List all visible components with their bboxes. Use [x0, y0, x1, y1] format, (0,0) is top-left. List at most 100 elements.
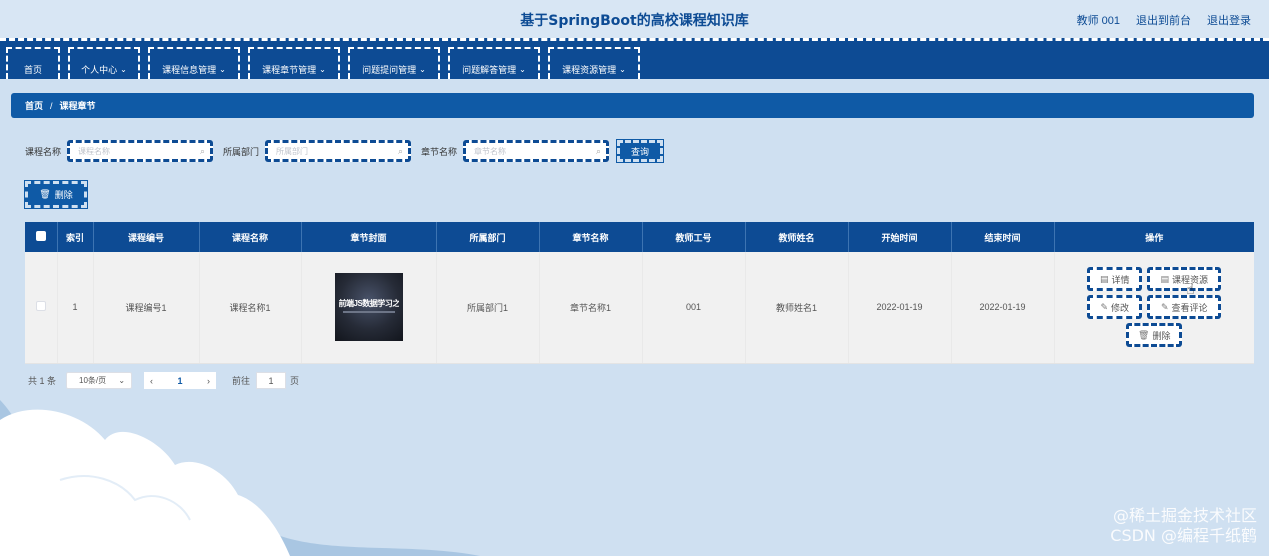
- top-header: 基于SpringBoot的高校课程知识库 教师 001 退出到前台 退出登录: [0, 0, 1269, 38]
- cell-end-time: 2022-01-19: [951, 252, 1055, 364]
- document-icon: ▤: [1099, 273, 1109, 284]
- trash-icon: 🗑: [39, 189, 51, 199]
- batch-delete-button[interactable]: 🗑 删除: [24, 180, 88, 209]
- nav-question[interactable]: 问题提问管理 ⌄: [348, 47, 440, 79]
- chapter-cover-image[interactable]: 前端JS数据学习之路: [334, 273, 403, 342]
- search-icon: ⌕: [397, 146, 404, 156]
- nav-label: 课程章节管理: [262, 64, 317, 75]
- delete-label: 删除: [1152, 330, 1171, 341]
- query-button[interactable]: 查询: [616, 139, 665, 163]
- search-label-course: 课程名称: [25, 146, 62, 157]
- breadcrumb-home[interactable]: 首页: [25, 99, 43, 112]
- cover-decoration: [342, 311, 395, 314]
- column-header: 所属部门: [436, 222, 540, 252]
- course-resource-button[interactable]: ▤ 课程资源: [1147, 267, 1222, 292]
- column-header: 索引: [57, 222, 94, 252]
- back-to-front-link[interactable]: 退出到前台: [1136, 12, 1191, 28]
- pagination: 共 1 条 10条/页 ⌄ ‹ 1 › 前往 1 页: [28, 372, 299, 389]
- edit-icon: ✎: [1160, 301, 1169, 312]
- cover-text: 前端JS数据学习之路: [338, 299, 399, 309]
- watermark-line: CSDN @编程千纸鹤: [1110, 526, 1257, 545]
- nav-course-chapter[interactable]: 课程章节管理 ⌄: [248, 47, 340, 79]
- cell-course-name: 课程名称1: [199, 252, 302, 364]
- chevron-down-icon: ⌄: [319, 64, 326, 74]
- cell-teacher-no: 001: [642, 252, 746, 364]
- breadcrumb-separator: /: [50, 100, 53, 111]
- watermark: @稀土掘金技术社区 CSDN @编程千纸鹤: [1110, 506, 1257, 546]
- cell-department: 所属部门1: [436, 252, 540, 364]
- cell-actions: ▤ 详情 ▤ 课程资源 ✎ 修改 ✎ 查看评论 🗑 删除: [1054, 252, 1255, 364]
- table-header-row: 索引 课程编号 课程名称 章节封面 所属部门 章节名称 教师工号 教师姓名 开始…: [25, 222, 1254, 252]
- cell-course-no: 课程编号1: [93, 252, 200, 364]
- nav-label: 课程信息管理: [162, 64, 217, 75]
- nav-resource[interactable]: 课程资源管理 ⌄: [548, 47, 640, 79]
- top-links: 教师 001 退出到前台 退出登录: [1077, 12, 1251, 28]
- detail-label: 详情: [1111, 274, 1130, 285]
- chapter-name-field[interactable]: ⌕: [463, 140, 610, 162]
- goto-page-input[interactable]: 1: [256, 372, 287, 389]
- column-header: 课程名称: [199, 222, 302, 252]
- nav-label: 问题解答管理: [462, 64, 517, 75]
- course-name-field[interactable]: ⌕: [67, 140, 214, 162]
- detail-button[interactable]: ▤ 详情: [1087, 267, 1143, 292]
- comments-label: 查看评论: [1171, 302, 1208, 313]
- search-icon: ⌕: [199, 146, 206, 156]
- watermark-line: @稀土掘金技术社区: [1112, 506, 1257, 525]
- search-icon: ⌕: [596, 146, 602, 156]
- nav-personal-center[interactable]: 个人中心 ⌄: [68, 47, 140, 79]
- column-header: 结束时间: [951, 222, 1055, 252]
- column-header: 章节封面: [301, 222, 437, 252]
- search-bar: 课程名称 ⌕ 所属部门 ⌕ 章节名称 ⌕ 查询: [25, 139, 665, 163]
- course-name-input[interactable]: [78, 143, 199, 159]
- trash-icon: 🗑: [1138, 329, 1150, 340]
- chevron-down-icon: ⌄: [120, 64, 127, 74]
- row-checkbox[interactable]: [35, 301, 46, 312]
- select-all-cell[interactable]: [25, 222, 58, 252]
- department-input[interactable]: [276, 143, 397, 159]
- cell-teacher-name: 教师姓名1: [745, 252, 849, 364]
- chapter-name-input[interactable]: [474, 143, 595, 159]
- department-field[interactable]: ⌕: [265, 140, 412, 162]
- chevron-down-icon: ⌄: [419, 64, 426, 74]
- chapter-table: 索引 课程编号 课程名称 章节封面 所属部门 章节名称 教师工号 教师姓名 开始…: [25, 222, 1254, 364]
- main-nav: 首页 个人中心 ⌄ 课程信息管理 ⌄ 课程章节管理 ⌄ 问题提问管理 ⌄ 问题解答管理 ⌄…: [0, 38, 1269, 79]
- view-comments-button[interactable]: ✎ 查看评论: [1147, 295, 1222, 320]
- column-header: 教师姓名: [745, 222, 849, 252]
- cell-start-time: 2022-01-19: [848, 252, 952, 364]
- cell-index: 1: [57, 252, 94, 364]
- user-label: 教师 001: [1076, 15, 1120, 27]
- mouse-pointer-icon: ☝: [1186, 281, 1195, 297]
- total-count: 共 1 条: [28, 376, 57, 386]
- search-label-chapter: 章节名称: [421, 146, 458, 157]
- row-select-cell[interactable]: [25, 252, 58, 364]
- prev-page-icon[interactable]: ‹: [150, 376, 153, 386]
- nav-label: 个人中心: [81, 64, 118, 75]
- chevron-down-icon: ⌄: [219, 64, 226, 74]
- document-icon: ▤: [1160, 273, 1169, 284]
- column-header: 章节名称: [539, 222, 643, 252]
- column-header: 操作: [1054, 222, 1254, 252]
- column-header: 教师工号: [642, 222, 746, 252]
- select-all-checkbox[interactable]: [35, 231, 46, 241]
- edit-icon: ✎: [1100, 301, 1109, 312]
- page-size-value: 10条/页: [79, 376, 107, 385]
- chevron-down-icon: ⌄: [519, 64, 526, 74]
- page-size-select[interactable]: 10条/页 ⌄: [66, 372, 133, 389]
- row-delete-button[interactable]: 🗑 删除: [1126, 323, 1183, 348]
- batch-delete-label: 删除: [54, 190, 73, 200]
- next-page-icon[interactable]: ›: [207, 376, 210, 386]
- chevron-down-icon: ⌄: [118, 376, 126, 385]
- nav-answer[interactable]: 问题解答管理 ⌄: [448, 47, 540, 79]
- breadcrumb-current: 课程章节: [59, 101, 96, 111]
- logout-link[interactable]: 退出登录: [1207, 12, 1251, 28]
- nav-label: 课程资源管理: [562, 64, 617, 75]
- row-actions: ▤ 详情 ▤ 课程资源 ✎ 修改 ✎ 查看评论 🗑 删除: [1055, 267, 1255, 348]
- chevron-down-icon: ⌄: [619, 64, 626, 74]
- nav-course-info[interactable]: 课程信息管理 ⌄: [148, 47, 240, 79]
- edit-button[interactable]: ✎ 修改: [1087, 295, 1143, 320]
- nav-home[interactable]: 首页: [6, 47, 60, 79]
- current-page[interactable]: 1: [178, 376, 183, 386]
- breadcrumb: 首页 / 课程章节: [11, 93, 1254, 118]
- search-label-dept: 所属部门: [223, 146, 260, 157]
- page-suffix: 页: [290, 376, 300, 386]
